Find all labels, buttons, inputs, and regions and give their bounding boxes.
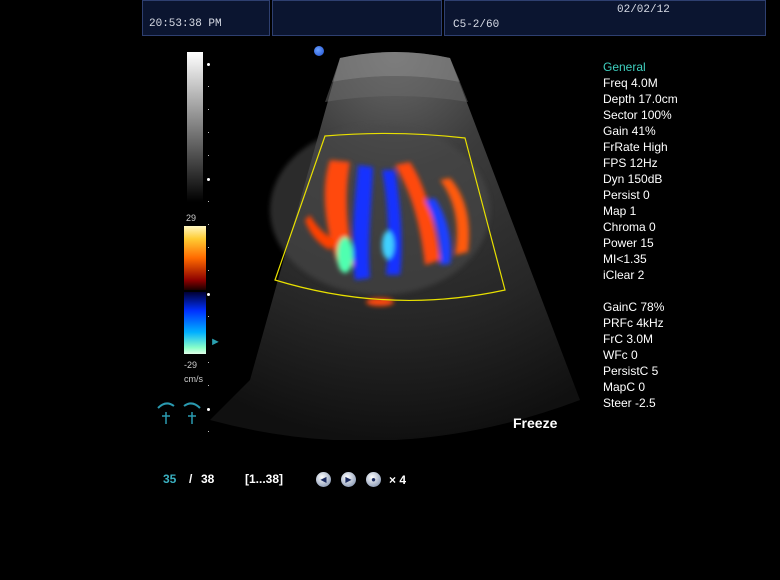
focus-marker-icon[interactable]: ► [210,336,221,348]
param-sector: Sector 100% [603,108,672,122]
param-mi: MI<1.35 [603,252,647,266]
depth-tick [207,293,210,296]
depth-tick [208,155,209,156]
param-map-color: MapC 0 [603,380,646,394]
param-freq: Freq 4.0M [603,76,658,90]
cine-total-frames: 38 [201,472,215,486]
header-info-panel: 02/02/12 C5-2/60 [444,0,766,36]
param-power: Power 15 [603,236,654,250]
depth-tick [208,316,209,317]
param-wall-filter: WFc 0 [603,348,638,362]
depth-tick [208,362,209,363]
header-blank-panel [272,0,442,36]
cine-frame-separator: / [189,472,193,486]
depth-tick [208,86,209,87]
param-steer: Steer -2.5 [603,396,656,410]
ultrasound-image[interactable] [210,50,580,440]
param-map: Map 1 [603,204,637,218]
grayscale-bar [187,52,203,202]
param-gain: Gain 41% [603,124,656,138]
parameter-panel: General Freq 4.0M Depth 17.0cm Sector 10… [603,59,678,411]
depth-tick [208,201,209,202]
param-fps: FPS 12Hz [603,156,658,170]
param-freq-color: FrC 3.0M [603,332,654,346]
color-velocity-bar-positive [184,226,206,290]
depth-tick [208,270,209,271]
depth-tick [208,132,209,133]
cine-next-icon[interactable]: ● [366,472,381,487]
cine-frame-range: [1...38] [245,472,284,486]
param-dynamic-range: Dyn 150dB [603,172,663,186]
param-persist-color: PersistC 5 [603,364,659,378]
velocity-min-label: -29 [184,360,198,370]
color-velocity-bar-negative [184,292,206,354]
header-time-panel: 20:53:38 PM [142,0,270,36]
cine-prev-icon[interactable]: ◀ [316,472,331,487]
params-section-title: General [603,60,646,74]
depth-tick [208,224,209,225]
cine-play-icon[interactable]: ▶ [341,472,356,487]
depth-tick [208,247,209,248]
param-persist: Persist 0 [603,188,650,202]
param-gain-color: GainC 78% [603,300,665,314]
depth-tick [207,63,210,66]
freeze-status: Freeze [513,415,558,431]
clock-time: 20:53:38 PM [149,18,222,30]
param-frame-rate: FrRate High [603,140,668,154]
exam-date: 02/02/12 [617,4,670,16]
cine-speed[interactable]: × 4 [389,473,406,487]
depth-tick [207,178,210,181]
velocity-unit-label: cm/s [184,374,203,384]
depth-tick [208,109,209,110]
depth-tick [208,385,209,386]
depth-tick [207,408,210,411]
param-prf-color: PRFc 4kHz [603,316,664,330]
param-iclear: iClear 2 [603,268,645,282]
param-chroma: Chroma 0 [603,220,656,234]
velocity-max-label: 29 [186,213,197,223]
cine-current-frame: 35 [163,472,177,486]
spline-curve-icon[interactable] [156,398,204,428]
param-depth: Depth 17.0cm [603,92,678,106]
depth-tick [208,431,209,432]
probe-preset: C5-2/60 [453,19,500,31]
